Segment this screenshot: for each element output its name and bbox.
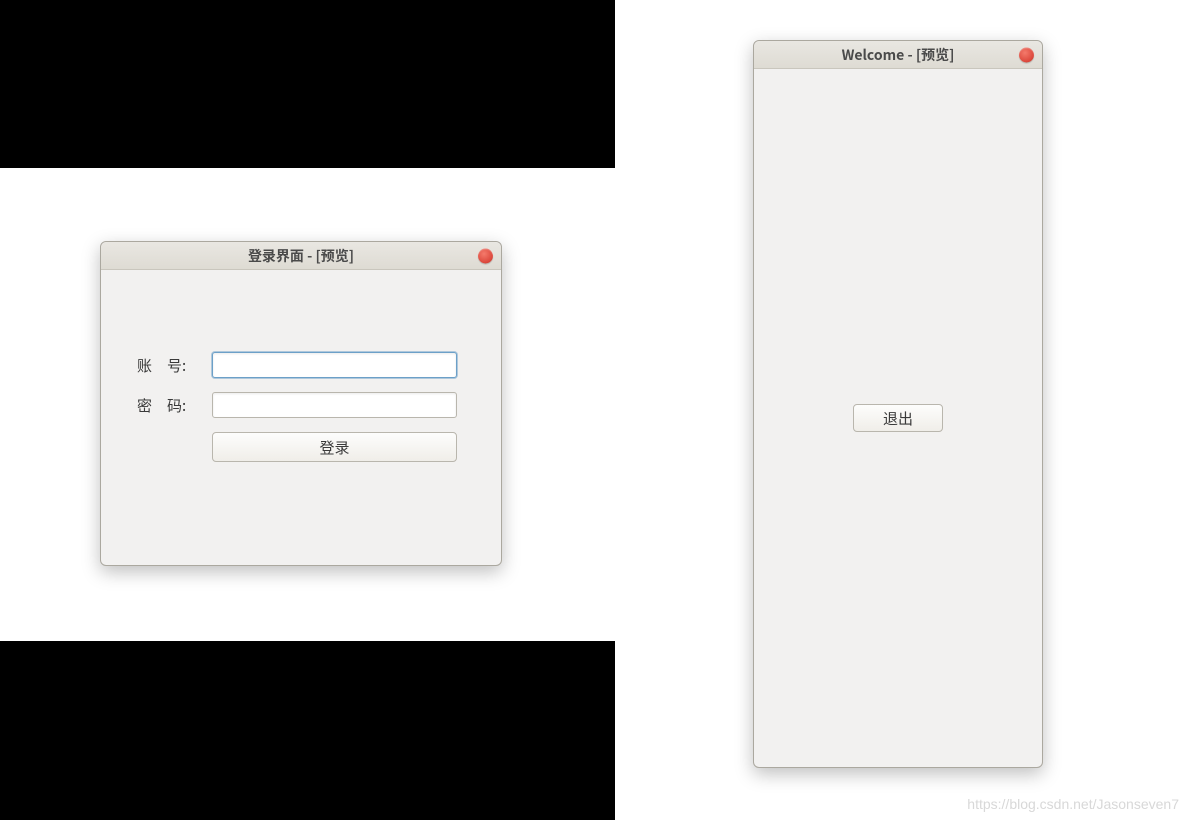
welcome-titlebar[interactable]: Welcome - [预览]	[754, 41, 1042, 69]
password-label: 密 码:	[137, 395, 212, 416]
black-region-top	[0, 0, 615, 168]
watermark: https://blog.csdn.net/Jasonseven7	[967, 796, 1179, 812]
account-row: 账 号:	[137, 352, 457, 378]
welcome-window-body: 退出	[754, 69, 1042, 767]
login-button-row: 登录	[137, 432, 457, 462]
welcome-window-title: Welcome - [预览]	[842, 45, 955, 65]
black-region-bottom	[0, 641, 615, 820]
exit-button[interactable]: 退出	[853, 404, 943, 432]
spacer	[137, 432, 212, 462]
login-button-label: 登录	[319, 437, 349, 458]
login-window-title: 登录界面 - [预览]	[248, 246, 354, 266]
login-button[interactable]: 登录	[212, 432, 457, 462]
password-row: 密 码:	[137, 392, 457, 418]
welcome-window: Welcome - [预览] 退出	[753, 40, 1043, 768]
login-form: 账 号: 密 码: 登录	[137, 352, 457, 462]
login-titlebar[interactable]: 登录界面 - [预览]	[101, 242, 501, 270]
account-input[interactable]	[212, 352, 457, 378]
close-icon[interactable]	[478, 248, 493, 263]
close-icon[interactable]	[1019, 47, 1034, 62]
account-label: 账 号:	[137, 355, 212, 376]
password-input[interactable]	[212, 392, 457, 418]
login-window-body: 账 号: 密 码: 登录	[101, 270, 501, 565]
exit-button-label: 退出	[883, 408, 913, 429]
login-window: 登录界面 - [预览] 账 号: 密 码: 登录	[100, 241, 502, 566]
